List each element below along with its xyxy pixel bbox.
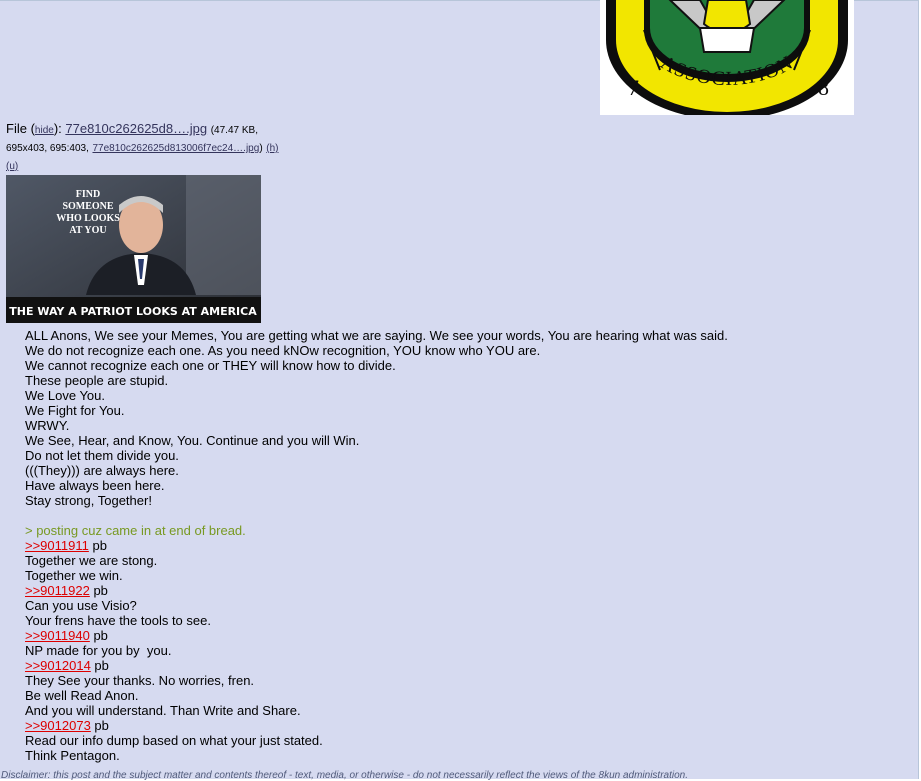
post-text-line: We Fight for You. xyxy=(25,403,125,418)
file-fullname-link[interactable]: 77e810c262625d813006f7ec24….jpg xyxy=(92,143,259,154)
post-text-line: Together we are stong. xyxy=(25,553,158,568)
disclaimer: Disclaimer: this post and the subject ma… xyxy=(1,770,688,781)
post-text-line: We Love You. xyxy=(25,388,105,403)
post-text-line: ALL Anons, We see your Memes, You are ge… xyxy=(25,328,728,343)
post-text-line: And you will understand. Than Write and … xyxy=(25,703,301,718)
post-greentext-line: > posting cuz came in at end of bread. xyxy=(25,523,246,538)
post-text-line: Your frens have the tools to see. xyxy=(25,613,211,628)
patriot-meme-image: FIND SOMEONE WHO LOOKS AT YOU THE WAY A … xyxy=(6,175,261,323)
post-text-line: WRWY. xyxy=(25,418,70,433)
post-text-line: Have always been here. xyxy=(25,478,165,493)
post-reference-suffix: pb xyxy=(89,583,108,598)
association-emblem-icon: 7 8 ASSOCIATION xyxy=(600,0,854,115)
hide-file-link[interactable]: hide xyxy=(35,125,54,136)
post-reply-line: >>9012073 pb xyxy=(25,718,805,733)
file-dimensions: 695x403, 695:403, xyxy=(6,143,89,154)
file-info: File (hide): 77e810c262625d8….jpg (47.47… xyxy=(6,121,279,172)
post-reference-link[interactable]: >>9011922 xyxy=(25,583,90,598)
file-h-link[interactable]: (h) xyxy=(266,143,278,154)
post-text-line: We cannot recognize each one or THEY wil… xyxy=(25,358,396,373)
meme-top-line-2: SOMEONE xyxy=(62,201,113,212)
post-text-line: Can you use Visio? xyxy=(25,598,137,613)
post-body: ALL Anons, We see your Memes, You are ge… xyxy=(25,328,805,763)
post-text-line: Read our info dump based on what your ju… xyxy=(25,733,323,748)
file-u-link[interactable]: (u) xyxy=(6,161,18,172)
post-text-line: Think Pentagon. xyxy=(25,748,120,763)
post-text-line: We See, Hear, and Know, You. Continue an… xyxy=(25,433,360,448)
post-reply-line: >>9011911 pb xyxy=(25,538,805,553)
file-label: File xyxy=(6,121,27,136)
post-reference-suffix: pb xyxy=(88,538,107,553)
post-reference-suffix: pb xyxy=(90,658,109,673)
post-reference-suffix: pb xyxy=(90,718,109,733)
post-reply-line: >>9012014 pb xyxy=(25,658,805,673)
file-size: 47.47 KB, xyxy=(214,125,258,136)
post-text-line: We do not recognize each one. As you nee… xyxy=(25,343,541,358)
post-image-badge[interactable]: 7 8 ASSOCIATION xyxy=(600,0,854,115)
post-reference-link[interactable]: >>9012014 xyxy=(25,658,91,673)
post-text-line: They See your thanks. No worries, fren. xyxy=(25,673,255,688)
post-reference-link[interactable]: >>9012073 xyxy=(25,718,91,733)
post-text-line: Be well Read Anon. xyxy=(25,688,139,703)
post-text-line: (((They))) are always here. xyxy=(25,463,179,478)
post-reference-link[interactable]: >>9011911 xyxy=(25,538,89,553)
post-reply-line: >>9011922 pb xyxy=(25,583,805,598)
post-text-line: Do not let them divide you. xyxy=(25,448,179,463)
post-text-line: Stay strong, Together! xyxy=(25,493,152,508)
meme-caption: THE WAY A PATRIOT LOOKS AT AMERICA xyxy=(9,305,257,318)
post-text-line: These people are stupid. xyxy=(25,373,169,388)
file-name-link[interactable]: 77e810c262625d8….jpg xyxy=(65,121,207,136)
badge-number-left: 7 xyxy=(628,75,639,100)
meme-top-line-4: AT YOU xyxy=(69,225,106,236)
post-reference-link[interactable]: >>9011940 xyxy=(25,628,90,643)
meme-top-line-1: FIND xyxy=(76,189,100,200)
meme-top-line-3: WHO LOOKS xyxy=(56,213,120,224)
post-reference-suffix: pb xyxy=(89,628,108,643)
post-reply-line: >>9011940 pb xyxy=(25,628,805,643)
post-text-line: NP made for you by you. xyxy=(25,643,172,658)
post-blank-line xyxy=(25,508,805,523)
post-thumbnail[interactable]: FIND SOMEONE WHO LOOKS AT YOU THE WAY A … xyxy=(6,175,261,323)
badge-number-right: 8 xyxy=(818,75,829,100)
post-text-line: Together we win. xyxy=(25,568,123,583)
